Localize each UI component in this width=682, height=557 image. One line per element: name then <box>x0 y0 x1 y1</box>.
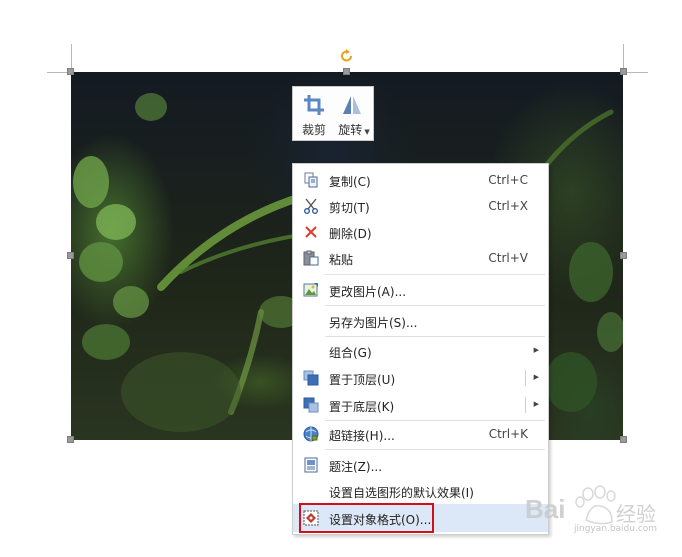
menu-item-label: 置于顶层(U) <box>329 373 396 387</box>
menu-separator <box>325 274 545 275</box>
menu-item-caption[interactable]: 题注(Z)... <box>293 452 548 478</box>
menu-item-label: 粘贴 <box>329 253 354 267</box>
menu-item-send-to-back[interactable]: 置于底层(K) ▶ <box>293 392 548 418</box>
menu-item-label: 删除(D) <box>329 227 372 241</box>
change-picture-icon <box>303 282 319 298</box>
dropdown-caret-icon: ▼ <box>364 128 370 136</box>
menu-item-label: 设置自选图形的默认效果(I) <box>329 486 474 500</box>
submenu-divider <box>525 397 526 413</box>
rotate-label: 旋转 <box>338 123 363 137</box>
scissors-icon <box>303 198 319 214</box>
bring-to-front-icon <box>303 370 319 386</box>
submenu-arrow-icon[interactable]: ▶ <box>534 373 539 381</box>
menu-item-delete[interactable]: 删除(D) <box>293 219 548 245</box>
rotate-flip-icon <box>341 94 363 116</box>
selection-guide-top-right <box>624 72 648 73</box>
menu-item-copy[interactable]: 复制(C) Ctrl+C <box>293 167 548 193</box>
menu-item-shortcut: Ctrl+X <box>488 199 528 213</box>
menu-item-shortcut: Ctrl+C <box>488 173 528 187</box>
menu-item-bring-to-front[interactable]: 置于顶层(U) ▶ <box>293 365 548 391</box>
menu-item-label: 超链接(H)... <box>329 429 395 443</box>
menu-item-shortcut: Ctrl+V <box>488 251 528 265</box>
submenu-arrow-icon[interactable]: ▶ <box>534 400 539 408</box>
resize-handle-middle-left[interactable] <box>67 252 74 259</box>
menu-item-save-as-picture[interactable]: 另存为图片(S)... <box>293 308 548 334</box>
resize-handle-middle-right[interactable] <box>620 252 627 259</box>
picture-mini-toolbar: 裁剪 旋转 ▼ <box>292 86 374 141</box>
crop-label: 裁剪 <box>301 123 326 137</box>
submenu-divider <box>525 370 526 386</box>
send-to-back-icon <box>303 397 319 413</box>
menu-separator <box>325 336 545 337</box>
resize-handle-bottom-left[interactable] <box>67 436 74 443</box>
menu-item-label: 置于底层(K) <box>329 400 395 414</box>
watermark-url: jingyan.baidu.com <box>574 524 658 534</box>
resize-handle-top-left[interactable] <box>67 68 74 75</box>
caption-icon <box>303 457 319 473</box>
rotate-handle-icon[interactable] <box>340 48 354 62</box>
watermark-brand: Bai <box>525 494 566 524</box>
menu-item-group[interactable]: 组合(G) ▶ <box>293 338 548 364</box>
menu-item-set-default-shape-effect[interactable]: 设置自选图形的默认效果(I) <box>293 478 548 504</box>
menu-item-shortcut: Ctrl+K <box>488 427 528 441</box>
menu-item-label: 复制(C) <box>329 175 371 189</box>
delete-icon <box>303 224 319 240</box>
menu-separator <box>325 305 545 306</box>
watermark-text: 经验 <box>616 502 656 526</box>
crop-button[interactable]: 裁剪 <box>295 87 333 140</box>
resize-handle-bottom-right[interactable] <box>620 436 627 443</box>
menu-item-label: 另存为图片(S)... <box>329 316 418 330</box>
submenu-arrow-icon: ▶ <box>533 346 539 354</box>
menu-item-hyperlink[interactable]: 超链接(H)... Ctrl+K <box>293 421 548 447</box>
menu-item-cut[interactable]: 剪切(T) Ctrl+X <box>293 193 548 219</box>
menu-item-label: 题注(Z)... <box>329 460 383 474</box>
menu-item-label: 组合(G) <box>329 346 372 360</box>
copy-icon <box>303 172 319 188</box>
menu-item-change-picture[interactable]: 更改图片(A)... <box>293 277 548 303</box>
menu-item-label: 更改图片(A)... <box>329 285 407 299</box>
crop-icon <box>303 94 325 116</box>
paste-icon <box>303 250 319 266</box>
rotate-button[interactable]: 旋转 ▼ <box>333 87 371 140</box>
menu-separator <box>325 449 545 450</box>
hyperlink-icon <box>303 426 319 442</box>
baidu-jingyan-watermark: Bai 经验 jingyan.baidu.com <box>520 480 670 540</box>
menu-item-label: 剪切(T) <box>329 201 370 215</box>
resize-handle-top-right[interactable] <box>620 68 627 75</box>
resize-handle-top-center[interactable] <box>343 68 350 75</box>
context-menu: 复制(C) Ctrl+C 剪切(T) Ctrl+X 删除(D) 粘贴 Ctrl+… <box>292 163 549 535</box>
highlight-annotation-box <box>299 503 434 533</box>
menu-item-paste[interactable]: 粘贴 Ctrl+V <box>293 245 548 271</box>
